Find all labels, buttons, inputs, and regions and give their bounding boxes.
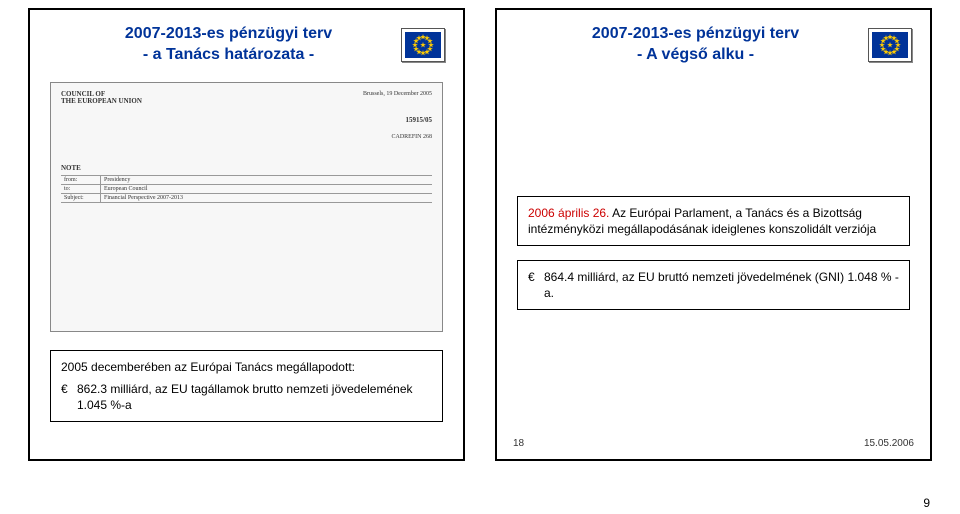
slide-left-header: 2007-2013-es pénzügyi terv - a Tanács ha… bbox=[40, 20, 453, 76]
left-box-bullet: € 862.3 milliárd, az EU tagállamok brutt… bbox=[61, 381, 432, 413]
slide-right-footer: 18 15.05.2006 bbox=[497, 438, 930, 449]
doc-subject-value: Financial Perspective 2007-2013 bbox=[101, 194, 432, 202]
slide-left: 2007-2013-es pénzügyi terv - a Tanács ha… bbox=[28, 8, 465, 461]
eu-flag-icon bbox=[401, 28, 445, 62]
doc-to-value: European Council bbox=[101, 185, 432, 193]
doc-from-label: from: bbox=[61, 176, 101, 184]
slide-right-header: 2007-2013-es pénzügyi terv - A végső alk… bbox=[507, 20, 920, 76]
doc-note-label: NOTE bbox=[61, 164, 432, 172]
title-line1-r: 2007-2013-es pénzügyi terv bbox=[592, 25, 799, 42]
doc-subject-label: Subject: bbox=[61, 194, 101, 202]
doc-code: CADREFIN 268 bbox=[61, 134, 432, 140]
title-line2-r: - A végső alku - bbox=[637, 46, 754, 63]
title-line2: - a Tanács határozata - bbox=[143, 46, 314, 63]
eu-flag-icon bbox=[868, 28, 912, 62]
doc-header-left: COUNCIL OF THE EUROPEAN UNION bbox=[61, 91, 142, 106]
right-box-2: € 864.4 milliárd, az EU bruttó nemzeti j… bbox=[517, 260, 910, 310]
doc-from-value: Presidency bbox=[101, 176, 432, 184]
embedded-document-thumbnail: COUNCIL OF THE EUROPEAN UNION Brussels, … bbox=[50, 82, 443, 332]
page-number: 9 bbox=[923, 496, 930, 510]
doc-number: 15915/05 bbox=[61, 116, 432, 124]
euro-icon: € bbox=[528, 269, 544, 301]
doc-council-label: COUNCIL OF THE EUROPEAN UNION bbox=[61, 90, 142, 106]
doc-to-label: to: bbox=[61, 185, 101, 193]
right-box2-text: 864.4 milliárd, az EU bruttó nemzeti jöv… bbox=[544, 269, 899, 301]
left-body-box: 2005 decemberében az Európai Tanács megá… bbox=[50, 350, 443, 423]
footer-slide-number: 18 bbox=[513, 438, 524, 449]
left-box-bullet-text: 862.3 milliárd, az EU tagállamok brutto … bbox=[77, 381, 432, 413]
left-box-lead: 2005 decemberében az Európai Tanács megá… bbox=[61, 359, 432, 375]
slide-right: 2007-2013-es pénzügyi terv - A végső alk… bbox=[495, 8, 932, 461]
right-box-1: 2006 április 26. Az Európai Parlament, a… bbox=[517, 196, 910, 246]
slide-left-title: 2007-2013-es pénzügyi terv - a Tanács ha… bbox=[56, 24, 401, 66]
footer-date: 15.05.2006 bbox=[864, 438, 914, 449]
euro-icon: € bbox=[61, 381, 77, 413]
right-box1-date: 2006 április 26. bbox=[528, 206, 609, 220]
title-line1: 2007-2013-es pénzügyi terv bbox=[125, 25, 332, 42]
slide-right-title: 2007-2013-es pénzügyi terv - A végső alk… bbox=[523, 24, 868, 66]
doc-header-right: Brussels, 19 December 2005 bbox=[363, 91, 432, 106]
